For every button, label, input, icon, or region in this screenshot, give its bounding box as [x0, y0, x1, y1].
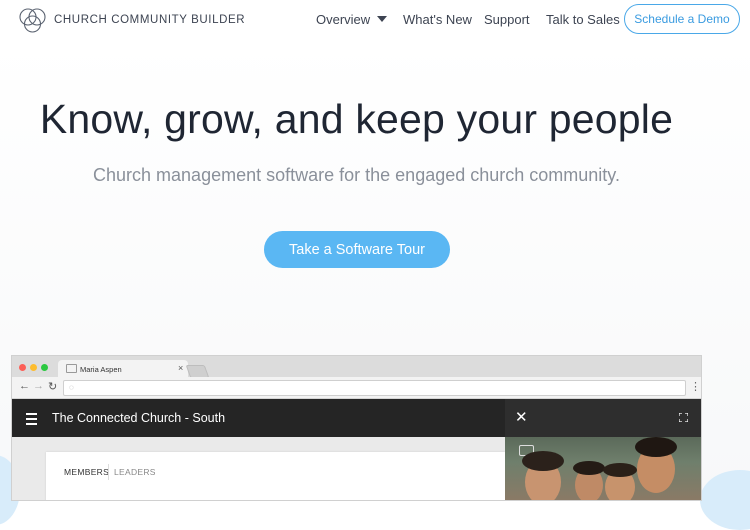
- nav-support[interactable]: Support: [484, 0, 530, 38]
- window-minimize-dot: [30, 364, 37, 371]
- expand-icon: [679, 413, 688, 422]
- side-panel-header: ✕: [505, 399, 701, 437]
- hero-title: Know, grow, and keep your people: [39, 96, 674, 142]
- site-header: CHURCH COMMUNITY BUILDER Overview What's…: [0, 0, 750, 40]
- browser-tab-title: Maria Aspen: [80, 365, 122, 374]
- nav-overview[interactable]: Overview: [316, 0, 388, 38]
- nav-whats-new-label: What's New: [403, 11, 472, 27]
- window-close-dot: [19, 364, 26, 371]
- hamburger-menu-icon: [26, 413, 37, 428]
- members-card: MEMBERS LEADERS: [46, 452, 505, 500]
- hero-subtitle: Church management software for the engag…: [93, 165, 620, 185]
- tab-divider: [108, 464, 109, 480]
- page-info-icon: ◌: [69, 383, 74, 392]
- software-tour-button[interactable]: Take a Software Tour: [264, 231, 450, 268]
- brand-logo[interactable]: CHURCH COMMUNITY BUILDER: [18, 7, 245, 33]
- brand-name: CHURCH COMMUNITY BUILDER: [54, 14, 246, 26]
- forward-arrow-icon: →: [33, 380, 44, 392]
- schedule-demo-button[interactable]: Schedule a Demo: [624, 4, 740, 34]
- logo-circles-icon: [19, 8, 46, 33]
- back-arrow-icon: ←: [19, 380, 30, 392]
- window-zoom-dot: [41, 364, 48, 371]
- tab-close-icon: ×: [178, 363, 184, 373]
- nav-overview-label: Overview: [316, 11, 371, 27]
- close-icon: ✕: [515, 409, 528, 426]
- favicon-icon: [66, 364, 77, 373]
- tab-leaders: LEADERS: [114, 467, 156, 477]
- browser-toolbar: ← → ↻ ◌ ⋮: [12, 377, 701, 399]
- tab-members: MEMBERS: [64, 467, 110, 477]
- app-content-area: MEMBERS LEADERS: [12, 437, 505, 500]
- nav-support-label: Support: [484, 11, 530, 27]
- address-bar: ◌: [63, 380, 686, 396]
- app-title: The Connected Church - South: [52, 411, 226, 425]
- browser-menu-icon: ⋮: [690, 381, 701, 393]
- nav-whats-new[interactable]: What's New: [403, 0, 472, 38]
- reload-icon: ↻: [48, 381, 58, 393]
- app-header-bar: The Connected Church - South: [12, 399, 505, 437]
- browser-tabbar: Maria Aspen ×: [12, 356, 701, 378]
- profile-side-panel: ✕: [505, 399, 701, 500]
- chevron-down-icon: [377, 16, 388, 22]
- nav-talk-to-sales-label: Talk to Sales: [546, 11, 620, 27]
- browser-tab: Maria Aspen ×: [58, 360, 188, 377]
- nav-talk-to-sales[interactable]: Talk to Sales: [546, 0, 620, 38]
- family-photo: [505, 437, 701, 500]
- browser-mockup: Maria Aspen × ← → ↻ ◌ ⋮ The Connected Ch…: [12, 356, 701, 500]
